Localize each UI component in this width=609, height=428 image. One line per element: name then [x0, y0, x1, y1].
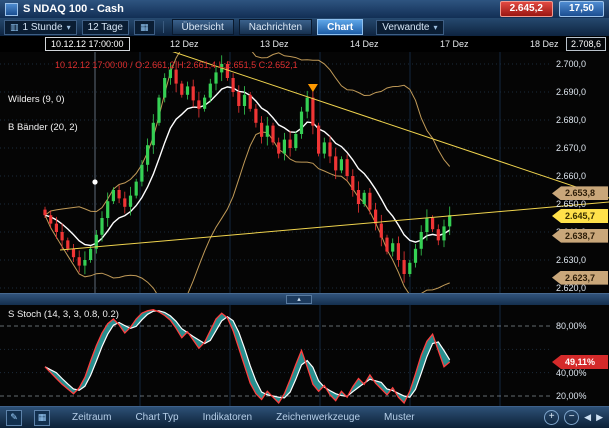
sell-price-badge[interactable]: 2.645,2	[500, 1, 553, 17]
range-control[interactable]: 12 Tage	[82, 20, 129, 35]
bottom-menu-item-zeitraum[interactable]: Zeitraum	[72, 412, 111, 423]
date-label: 13 Dez	[260, 39, 289, 49]
zoom-out-button[interactable]: −	[564, 410, 579, 425]
price-chart-canvas[interactable]	[0, 52, 609, 293]
tab-chart[interactable]: Chart	[317, 19, 363, 35]
range-value: 12 Tage	[88, 22, 123, 33]
price-axis-label: 2.650,0	[556, 199, 586, 209]
chevron-down-icon: ▾	[434, 23, 438, 32]
interval-dropdown[interactable]: ▥ 1 Stunde ▾	[4, 20, 77, 35]
calendar-icon: ▦	[140, 23, 149, 32]
toolbar-divider	[163, 21, 164, 33]
stoch-value-badge: 49,11%	[552, 355, 608, 369]
price-axis[interactable]: 2.700,0 2.690,0 2.680,0 2.670,0 2.660,0 2.650…	[552, 52, 609, 293]
bottom-menu-item-chart-typ[interactable]: Chart Typ	[135, 412, 178, 423]
panel-splitter[interactable]: ▴	[0, 293, 609, 305]
price-axis-label: 2.680,0	[556, 115, 586, 125]
date-label: 12 Dez	[170, 39, 199, 49]
price-axis-label: 2.630,0	[556, 255, 586, 265]
interval-chart-icon: ▥	[10, 23, 19, 32]
price-axis-label: 2.690,0	[556, 87, 586, 97]
date-label: 14 Dez	[350, 39, 379, 49]
title-bar: S NDAQ 100 - Cash 2.645,2 17,50	[0, 0, 609, 18]
crosshair-dot	[92, 179, 97, 184]
collapse-panel-button[interactable]: ▴	[286, 295, 312, 304]
pan-right-button[interactable]: ▶	[596, 412, 603, 423]
price-axis-label: 2.670,0	[556, 143, 586, 153]
stoch-gridlines	[0, 305, 552, 406]
zoom-controls: + − ◀ ▶	[544, 410, 603, 425]
calendar-button[interactable]: ▦	[134, 20, 155, 35]
instrument-title: S NDAQ 100 - Cash	[23, 3, 124, 15]
related-dropdown[interactable]: Verwandte ▾	[376, 20, 443, 35]
last-price-badge: 2.645,7	[552, 209, 608, 223]
chevron-down-icon: ▾	[67, 23, 71, 32]
stoch-axis-label: 80,00%	[556, 321, 587, 331]
main-gridlines	[0, 52, 552, 293]
stoch-axis-label: 40,00%	[556, 368, 587, 378]
price-axis-label: 2.700,0	[556, 59, 586, 69]
related-label: Verwandte	[382, 22, 429, 33]
stochastic-panel[interactable]: S Stoch (14, 3, 3, 0.8, 0.2) 80,00%40,00…	[0, 305, 609, 406]
candles-layer	[43, 55, 451, 282]
date-label: 17 Dez	[440, 39, 469, 49]
stoch-d-line	[45, 311, 450, 398]
instrument-icon	[5, 3, 18, 16]
pan-left-button[interactable]: ◀	[584, 412, 591, 423]
trading-app-window: S NDAQ 100 - Cash 2.645,2 17,50 ▥ 1 Stun…	[0, 0, 609, 428]
indicator-price-badge: 2.638,7	[552, 229, 608, 243]
bottom-menu-item-indikatoren[interactable]: Indikatoren	[203, 412, 252, 423]
stochastic-axis[interactable]: 80,00% 40,00% 20,00% 49,11%	[552, 305, 609, 406]
change-badge[interactable]: 17,50	[559, 1, 604, 17]
bottom-menu: Zeitraum Chart Typ Indikatoren Zeichenwerkz…	[72, 412, 415, 423]
sell-marker-icon	[308, 84, 318, 92]
crosshair-date-tooltip: 10.12.12 17:00:00	[45, 37, 130, 51]
indicator-price-badge: 2.623,7	[552, 271, 608, 285]
price-chart-panel[interactable]: 10.12.12 17:00:00 / O:2.661,2 H:2.661,4 …	[0, 52, 609, 293]
stochastic-canvas[interactable]	[0, 305, 609, 406]
zoom-in-button[interactable]: +	[544, 410, 559, 425]
bottom-toolbar: ✎ ▦ Zeitraum Chart Typ Indikatoren Zeichenw…	[0, 406, 609, 428]
layout-icon[interactable]: ▦	[34, 410, 50, 426]
draw-icon[interactable]: ✎	[6, 410, 22, 426]
bottom-menu-item-zeichenwerkzeuge[interactable]: Zeichenwerkzeuge	[276, 412, 360, 423]
bottom-menu-item-muster[interactable]: Muster	[384, 412, 415, 423]
trendline-2[interactable]	[60, 202, 609, 250]
interval-value: 1 Stunde	[23, 22, 63, 33]
date-axis[interactable]: 10.12.12 17:00:00 2.708,6 12 Dez 13 Dez 14…	[0, 36, 609, 52]
chart-toolbar: ▥ 1 Stunde ▾ 12 Tage ▦ Übersicht Nachric…	[0, 18, 609, 36]
indicator-price-badge: 2.653,8	[552, 186, 608, 200]
tab-uebersicht[interactable]: Übersicht	[172, 19, 234, 35]
stoch-axis-label: 20,00%	[556, 391, 587, 401]
price-axis-label: 2.660,0	[556, 171, 586, 181]
date-label: 18 Dez	[530, 39, 559, 49]
axis-max-value-box: 2.708,6	[566, 37, 606, 51]
tab-nachrichten[interactable]: Nachrichten	[239, 19, 312, 35]
